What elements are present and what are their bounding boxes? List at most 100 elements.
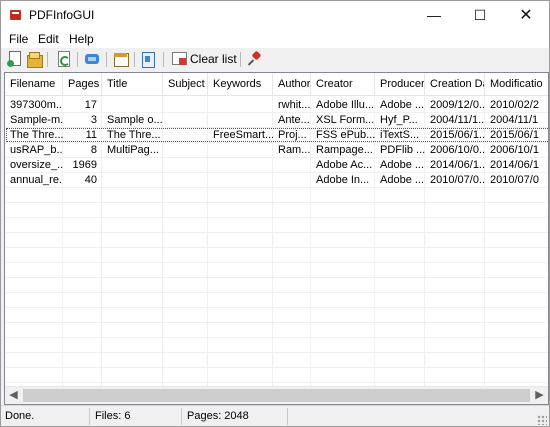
table-cell	[102, 173, 163, 188]
table-cell	[163, 113, 208, 128]
list-grid[interactable]: 397300m... 17 rwhit... Adobe Illu... Adobe .…	[5, 96, 548, 386]
table-row[interactable]: usRAP_b... 8 MultiPag... Ram... Rampage... PD…	[5, 143, 548, 158]
column-header[interactable]: Filename	[5, 73, 63, 95]
grid-line	[5, 337, 548, 338]
new-file-icon[interactable]	[7, 51, 23, 67]
maximize-button[interactable]: ☐	[457, 1, 503, 30]
close-button[interactable]: ✕	[503, 1, 549, 30]
table-cell: 2014/06/1...	[430, 159, 485, 171]
table-cell	[163, 98, 208, 113]
table-row[interactable]: annual_re... 40 Adobe In... Adobe ... 2010/0…	[5, 173, 548, 188]
column-header[interactable]: Modificatio	[485, 73, 548, 95]
table-cell	[208, 113, 273, 128]
table-cell: 2015/06/1...	[430, 129, 485, 141]
table-cell: The Thre...	[10, 129, 63, 141]
table-cell	[163, 143, 208, 158]
menu-file[interactable]: File	[9, 32, 28, 46]
resize-grip-icon[interactable]	[537, 415, 547, 425]
sync-icon[interactable]	[84, 51, 100, 67]
table-cell: Adobe ...	[380, 159, 425, 171]
table-cell: MultiPag...	[107, 144, 159, 156]
table-row[interactable]: oversize_... 1969 Adobe Ac... Adobe ... 2014…	[5, 158, 548, 173]
grid-line	[5, 262, 548, 263]
table-cell: PDFlib ...	[380, 144, 425, 156]
table-row[interactable]: 397300m... 17 rwhit... Adobe Illu... Adobe .…	[5, 98, 548, 113]
table-cell: Rampage...	[316, 144, 373, 156]
toolbar: Clear list	[1, 48, 549, 70]
column-header[interactable]: Author	[273, 73, 311, 95]
clear-list-label: Clear list	[190, 52, 237, 66]
grid-line	[5, 247, 548, 248]
table-cell: annual_re...	[10, 174, 63, 186]
table-cell: FreeSmart...	[213, 129, 273, 141]
table-row[interactable]: The Thre... 11 The Thre... FreeSmart... Proj…	[5, 128, 548, 143]
grid-line	[5, 232, 548, 233]
grid-line	[5, 322, 548, 323]
table-cell: The Thre...	[107, 129, 161, 141]
table-cell: Adobe ...	[380, 99, 425, 111]
table-cell: 2010/07/0...	[430, 174, 485, 186]
column-header[interactable]: Title	[102, 73, 163, 95]
title-bar[interactable]: PDFInfoGUI — ☐ ✕	[1, 1, 549, 30]
table-cell: XSL Form...	[316, 114, 375, 126]
column-header[interactable]: Creator	[311, 73, 375, 95]
menu-edit[interactable]: Edit	[38, 32, 59, 46]
column-header[interactable]: Subject	[163, 73, 208, 95]
grid-line	[5, 352, 548, 353]
toolbar-separator	[106, 52, 107, 67]
menu-bar: File Edit Help	[1, 30, 549, 48]
column-header[interactable]: Pages	[63, 73, 102, 95]
toolbar-separator	[77, 52, 78, 67]
refresh-icon[interactable]	[55, 51, 71, 67]
status-separator	[181, 408, 182, 425]
table-cell: 8	[90, 144, 97, 156]
status-text: Done.	[5, 410, 35, 422]
toolbar-separator	[163, 52, 164, 67]
table-cell: Adobe Ac...	[316, 159, 373, 171]
grid-line	[5, 307, 548, 308]
table-cell: 2015/06/1	[490, 129, 539, 141]
window-title: PDFInfoGUI	[29, 8, 95, 22]
table-cell: 2014/06/1	[490, 159, 539, 171]
column-header[interactable]: Creation Date	[425, 73, 485, 95]
table-cell: 2006/10/0...	[430, 144, 485, 156]
table-cell: rwhit...	[278, 99, 311, 111]
properties-icon[interactable]	[113, 51, 129, 67]
menu-help[interactable]: Help	[69, 32, 94, 46]
grid-line	[5, 292, 548, 293]
table-cell	[208, 143, 273, 158]
table-cell: 3	[90, 114, 97, 126]
scroll-left-icon[interactable]: ◀	[5, 387, 22, 404]
grid-line	[5, 217, 548, 218]
table-cell	[208, 98, 273, 113]
grid-line	[5, 202, 548, 203]
table-cell: 11	[85, 129, 97, 141]
table-cell: iTextS...	[380, 129, 420, 141]
minimize-button[interactable]: —	[411, 1, 457, 30]
table-cell: 2010/02/2	[490, 99, 539, 111]
toolbar-separator	[240, 52, 241, 67]
table-cell: 1969	[72, 159, 97, 171]
column-header[interactable]: Producer	[375, 73, 425, 95]
pdf-list-view[interactable]: Filename Pages Title Subject Keywords Author C…	[4, 72, 549, 405]
table-row[interactable]: Sample-m... 3 Sample o... Ante... XSL Form..…	[5, 113, 548, 128]
table-cell: 2004/11/1	[490, 114, 539, 126]
table-cell: FSS ePub...	[316, 129, 375, 141]
app-window: PDFInfoGUI — ☐ ✕ File Edit Help Clear li…	[0, 0, 550, 427]
scrollbar-thumb[interactable]	[23, 389, 530, 402]
table-cell: Proj...	[278, 129, 307, 141]
open-folder-icon[interactable]	[26, 51, 43, 68]
status-separator	[287, 408, 288, 425]
column-header[interactable]: Keywords	[208, 73, 273, 95]
table-cell	[208, 158, 273, 173]
table-cell: Ram...	[278, 144, 311, 156]
app-icon	[10, 10, 21, 20]
clear-list-icon	[172, 52, 187, 65]
export-icon[interactable]	[140, 51, 156, 68]
horizontal-scrollbar[interactable]: ◀ ▶	[5, 386, 548, 404]
scroll-right-icon[interactable]: ▶	[531, 387, 548, 404]
table-cell: Adobe ...	[380, 174, 425, 186]
grid-line	[5, 277, 548, 278]
pin-icon[interactable]	[247, 50, 263, 67]
status-separator	[89, 408, 90, 425]
